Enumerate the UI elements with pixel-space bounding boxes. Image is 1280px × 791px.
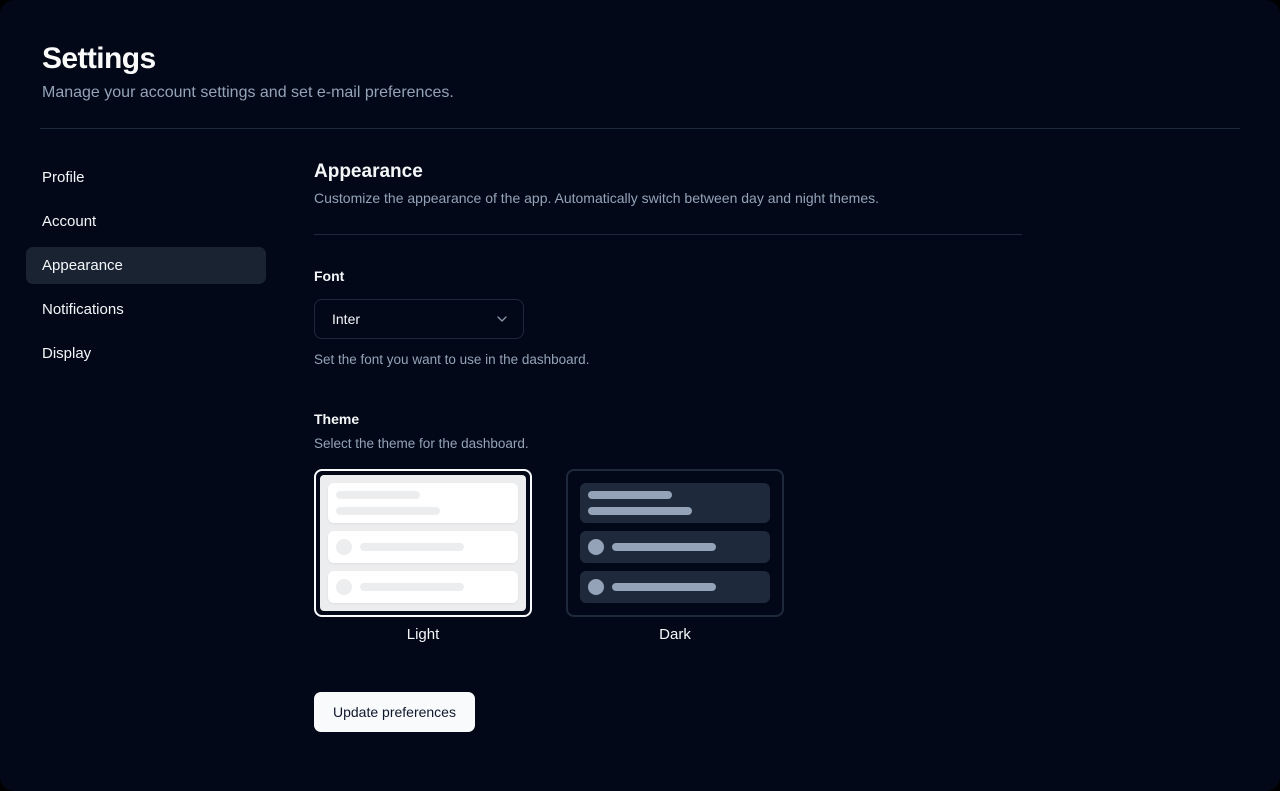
preview-card [328, 571, 518, 603]
chevron-down-icon [497, 316, 507, 322]
theme-preview-dark [566, 469, 784, 617]
font-select-value: Inter [332, 311, 361, 327]
preview-card [328, 531, 518, 563]
skeleton-circle [336, 539, 352, 555]
skeleton-bar [336, 507, 440, 515]
skeleton-bar [588, 491, 672, 499]
page-title: Settings [42, 42, 156, 75]
theme-option-light[interactable]: Light [314, 469, 532, 652]
preview-card [328, 483, 518, 523]
light-preview-panel [320, 475, 526, 611]
page-subtitle: Manage your account settings and set e-m… [42, 84, 454, 101]
update-preferences-button[interactable]: Update preferences [314, 692, 475, 732]
skeleton-circle [588, 539, 604, 555]
skeleton-bar [588, 507, 692, 515]
theme-field-label: Theme [314, 411, 360, 427]
skeleton-circle [588, 579, 604, 595]
theme-field-description: Select the theme for the dashboard. [314, 436, 529, 451]
sidebar-item-account[interactable]: Account [26, 203, 266, 240]
skeleton-bar [612, 543, 716, 551]
skeleton-bar [336, 491, 420, 499]
preview-card [580, 531, 770, 563]
section-title: Appearance [314, 161, 423, 182]
theme-options: Light Dark [314, 469, 1022, 652]
skeleton-bar [360, 583, 464, 591]
font-select[interactable]: Inter [314, 299, 524, 339]
section-separator [314, 234, 1022, 235]
theme-option-dark[interactable]: Dark [566, 469, 784, 652]
section-description: Customize the appearance of the app. Aut… [314, 190, 880, 206]
sidebar-item-appearance[interactable]: Appearance [26, 247, 266, 284]
content-row: Profile Account Appearance Notifications… [26, 159, 1240, 732]
skeleton-bar [612, 583, 716, 591]
dark-preview-panel [572, 475, 778, 611]
sidebar-item-profile[interactable]: Profile [26, 159, 266, 196]
settings-sidebar: Profile Account Appearance Notifications… [26, 159, 266, 732]
theme-preview-light [314, 469, 532, 617]
skeleton-circle [336, 579, 352, 595]
header-separator [40, 128, 1240, 129]
theme-option-light-label: Light [406, 626, 440, 643]
settings-page: Settings Manage your account settings an… [0, 0, 1280, 791]
font-field-description: Set the font you want to use in the dash… [314, 352, 590, 367]
preview-card [580, 571, 770, 603]
preview-card [580, 483, 770, 523]
font-field-label: Font [314, 268, 345, 284]
appearance-section: Appearance Customize the appearance of t… [314, 159, 1022, 732]
sidebar-item-display[interactable]: Display [26, 335, 266, 372]
sidebar-item-notifications[interactable]: Notifications [26, 291, 266, 328]
skeleton-bar [360, 543, 464, 551]
theme-option-dark-label: Dark [659, 626, 691, 643]
